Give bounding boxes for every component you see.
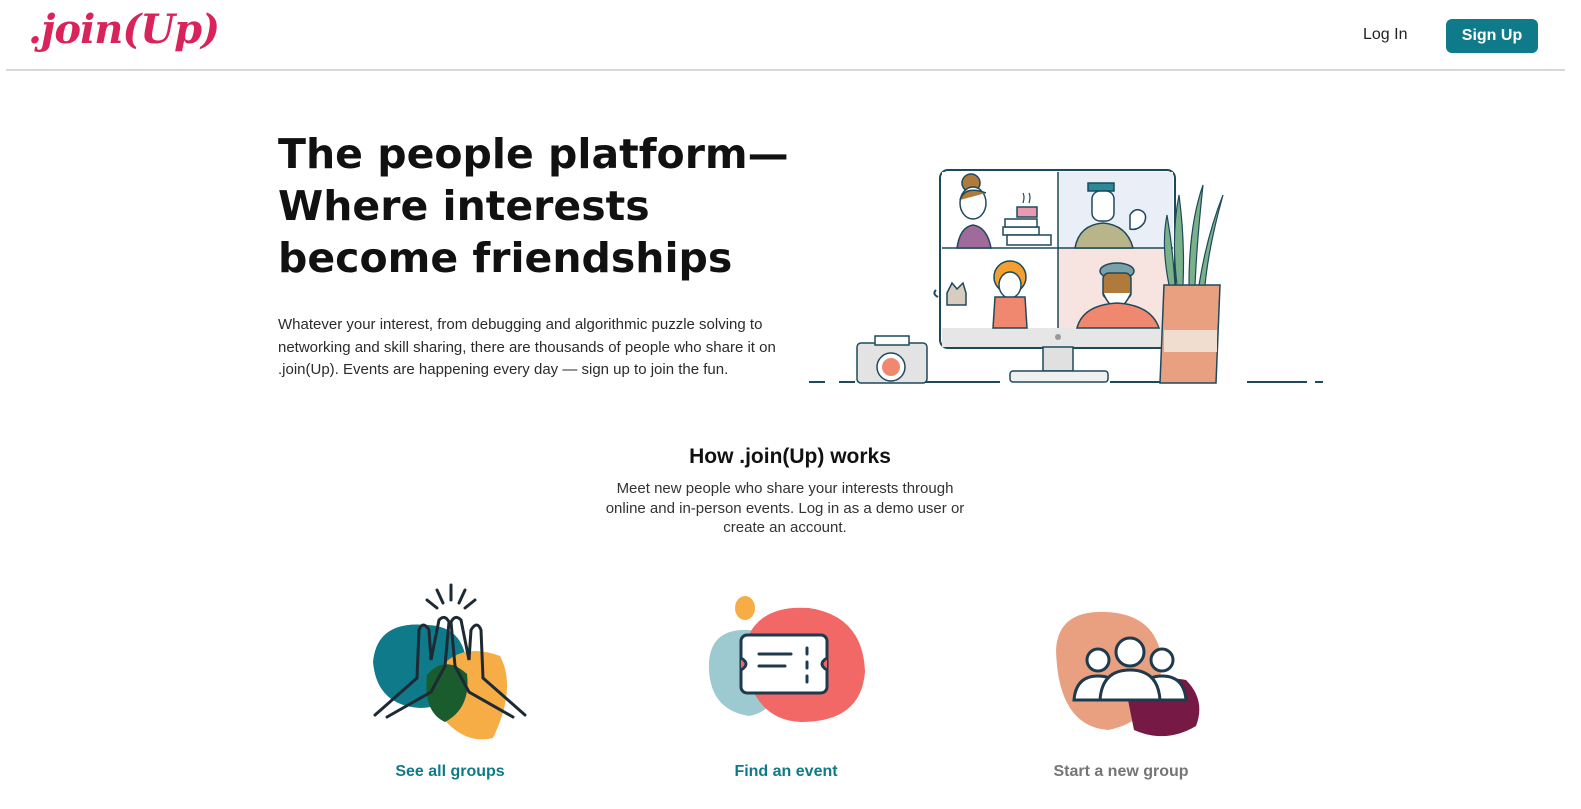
see-all-groups-link[interactable]: See all groups <box>330 763 570 781</box>
hero-title-line: Where interests <box>278 182 650 230</box>
logo[interactable]: .join(Up) <box>28 10 220 50</box>
video-call-illustration <box>809 169 1323 384</box>
card-description <box>636 794 936 809</box>
start-new-group-card[interactable]: Start a new group <box>1001 580 1241 809</box>
top-nav-bar: .join(Up) Log In Sign Up <box>6 0 1565 71</box>
find-event-link[interactable]: Find an event <box>666 763 906 781</box>
hero-description: Whatever your interest, from debugging a… <box>278 316 776 378</box>
signup-button[interactable]: Sign Up <box>1446 19 1538 53</box>
hero-title: The people platform— Where interests bec… <box>278 128 818 284</box>
card-description <box>971 794 1271 809</box>
how-it-works-description: Meet new people who share your interests… <box>605 480 965 536</box>
people-group-icon <box>1056 611 1200 737</box>
hero-title-line: become friendships <box>278 234 733 282</box>
high-five-icon <box>373 583 527 740</box>
hero-title-line: The people platform— <box>278 130 789 178</box>
card-description <box>300 794 600 809</box>
find-event-card[interactable]: Find an event <box>666 580 906 809</box>
start-new-group-link[interactable]: Start a new group <box>1001 763 1241 781</box>
ticket-icon <box>708 596 865 722</box>
see-all-groups-card[interactable]: See all groups <box>330 580 570 809</box>
how-it-works-title: How .join(Up) works <box>689 445 891 468</box>
login-link[interactable]: Log In <box>1363 26 1407 44</box>
